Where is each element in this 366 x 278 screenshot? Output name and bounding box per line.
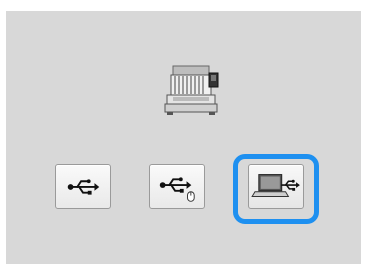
computer-usb-icon <box>251 174 300 198</box>
usb-mouse-button[interactable] <box>149 164 205 209</box>
usb-mouse-icon <box>159 177 195 202</box>
usb-button[interactable] <box>55 164 111 209</box>
computer-usb-button[interactable] <box>248 164 304 209</box>
connection-panel <box>6 11 361 264</box>
embroidery-machine-icon <box>163 64 221 116</box>
usb-icon <box>67 179 100 195</box>
